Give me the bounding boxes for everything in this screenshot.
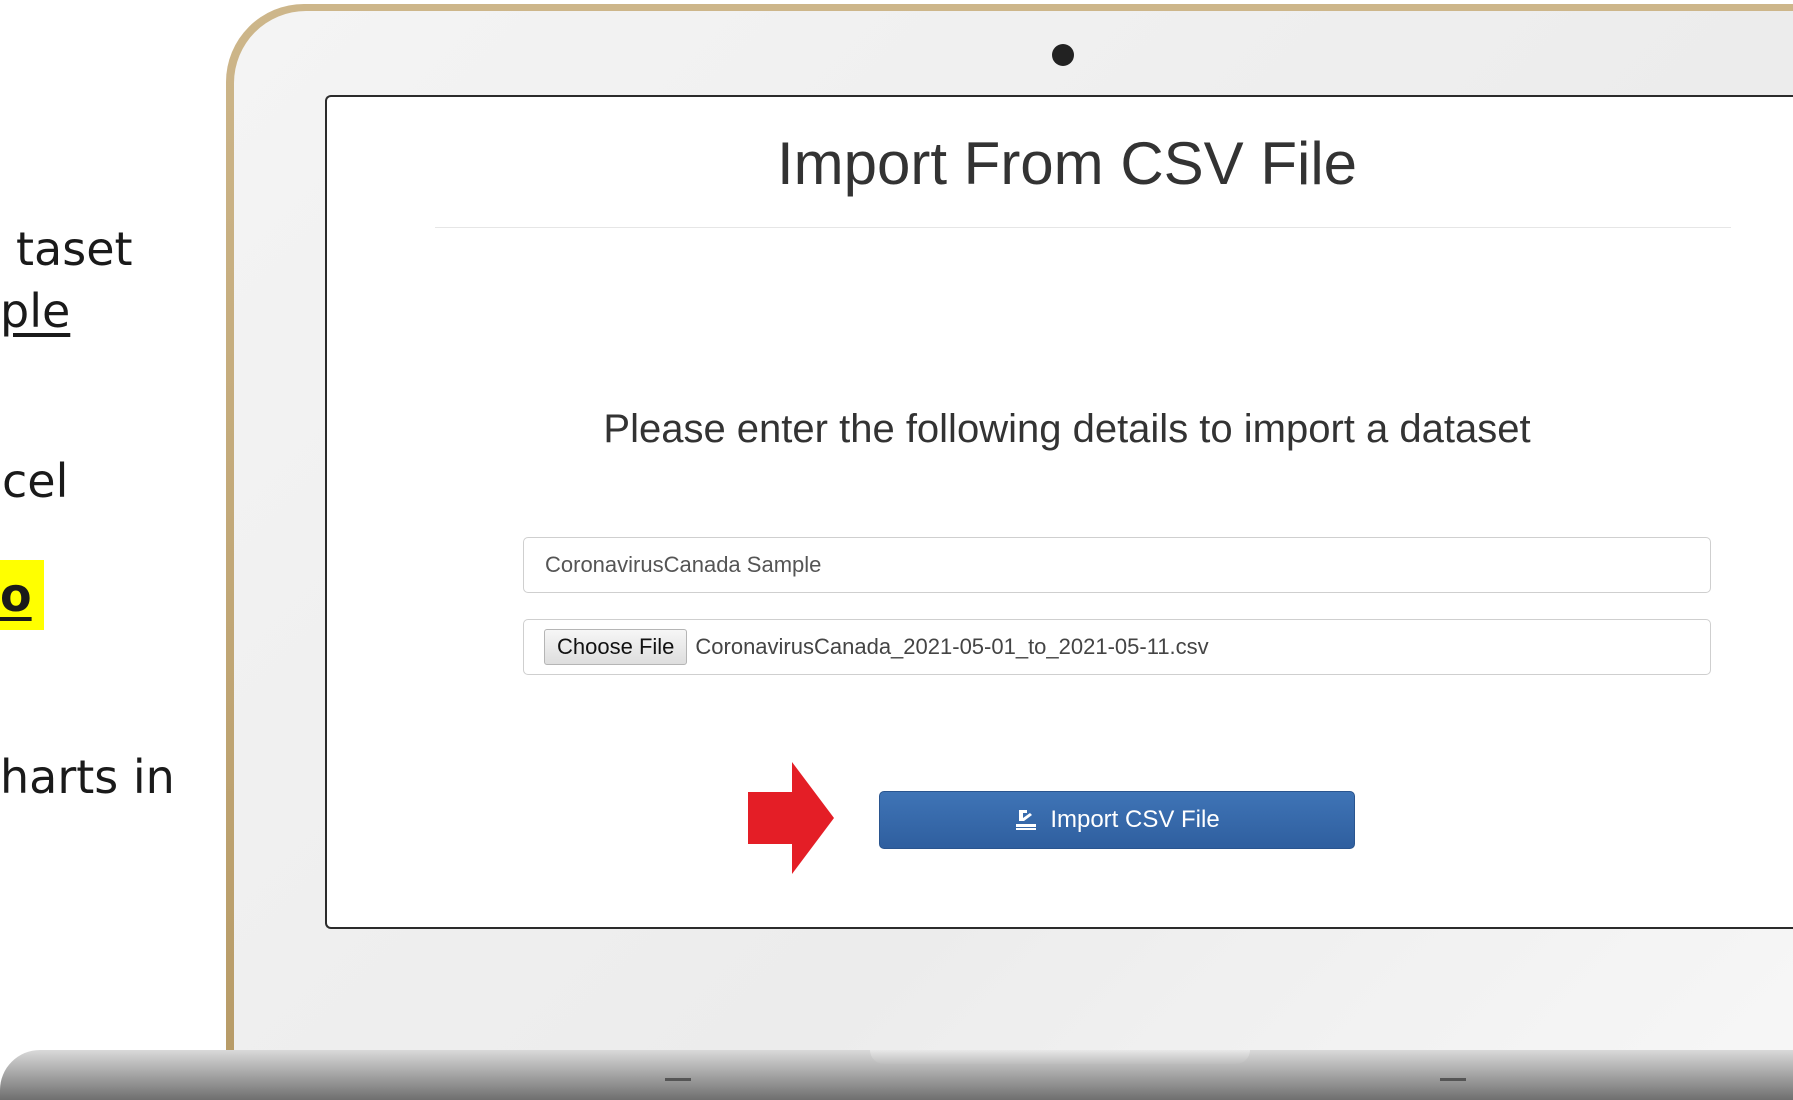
title-divider [435, 227, 1731, 228]
import-csv-button-label: Import CSV File [1050, 806, 1220, 833]
import-csv-button[interactable]: Import CSV File [879, 791, 1355, 849]
dataset-name-field[interactable]: CoronavirusCanada Sample [523, 537, 1711, 593]
selected-file-name: CoronavirusCanada_2021-05-01_to_2021-05-… [695, 634, 1209, 659]
slide-text-sample: ple [0, 284, 71, 338]
slide-text-highlight: o [0, 560, 44, 630]
dataset-name-value: CoronavirusCanada Sample [545, 552, 822, 577]
slide-text-dataset: taset [16, 222, 133, 276]
import-icon [1016, 810, 1037, 830]
slide-text-charts: harts in [0, 750, 175, 804]
choose-file-button[interactable]: Choose File [544, 629, 688, 665]
camera-icon [1052, 44, 1074, 66]
laptop-foot-left [665, 1078, 691, 1081]
laptop-screen: Import From CSV File Please enter the fo… [325, 95, 1793, 929]
page-title: Import From CSV File [776, 130, 1358, 197]
arrow-right-icon [748, 762, 834, 874]
laptop-foot-right [1440, 1078, 1466, 1081]
form-instructions: Please enter the following details to im… [603, 407, 1531, 451]
file-input[interactable]: Choose File CoronavirusCanada_2021-05-01… [523, 619, 1711, 675]
laptop-hinge-notch [870, 1050, 1250, 1064]
slide-text-excel: cel [2, 454, 69, 508]
